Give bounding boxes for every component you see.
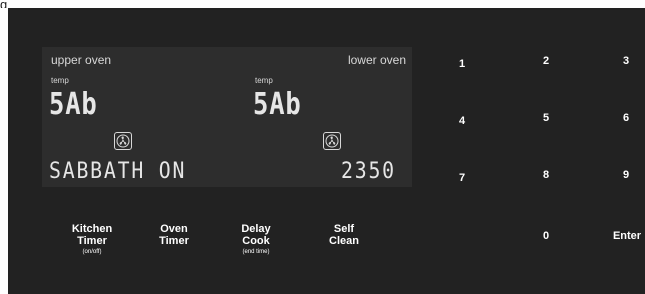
key-5[interactable]: 5	[526, 112, 566, 124]
self-clean-button[interactable]: Self Clean	[304, 223, 384, 247]
delay-cook-line2: Cook	[242, 235, 270, 247]
lower-temp-label: temp	[255, 76, 273, 85]
key-0[interactable]: 0	[526, 230, 566, 242]
convection-fan-icon	[114, 132, 132, 150]
self-clean-line2: Clean	[329, 235, 359, 247]
oven-timer-line1: Oven	[160, 223, 188, 235]
convection-fan-icon	[323, 132, 341, 150]
oven-timer-button[interactable]: Oven Timer	[134, 223, 214, 247]
key-8[interactable]: 8	[526, 169, 566, 181]
oven-timer-line2: Timer	[159, 235, 189, 247]
enter-button[interactable]: Enter	[612, 230, 642, 242]
kitchen-timer-line2: Timer	[77, 235, 107, 247]
key-2[interactable]: 2	[526, 55, 566, 67]
key-4[interactable]: 4	[442, 115, 482, 127]
kitchen-timer-sub: (on/off)	[82, 249, 102, 255]
lower-oven-label: lower oven	[347, 53, 406, 67]
upper-temp-label: temp	[51, 76, 69, 85]
oven-control-panel: upper oven lower oven temp temp 5Ab 5Ab	[8, 8, 645, 294]
kitchen-timer-line1: Kitchen	[71, 223, 113, 235]
page-heading-fragment: g	[0, 0, 8, 8]
upper-temp-readout: 5Ab	[49, 87, 98, 122]
upper-oven-label: upper oven	[51, 53, 112, 67]
key-9[interactable]: 9	[606, 169, 645, 181]
self-clean-line1: Self	[333, 223, 355, 235]
key-7[interactable]: 7	[442, 172, 482, 184]
sabbath-status-readout: SABBATH ON	[49, 159, 187, 184]
delay-cook-button[interactable]: Delay Cook (end time)	[216, 223, 296, 257]
lower-temp-readout: 5Ab	[253, 87, 302, 122]
clock-readout: 2350	[341, 159, 396, 184]
oven-display: upper oven lower oven temp temp 5Ab 5Ab	[42, 47, 412, 187]
key-1[interactable]: 1	[442, 58, 482, 70]
key-3[interactable]: 3	[606, 55, 645, 67]
key-6[interactable]: 6	[606, 112, 645, 124]
delay-cook-line1: Delay	[241, 223, 271, 235]
delay-cook-sub: (end time)	[242, 249, 270, 255]
kitchen-timer-button[interactable]: Kitchen Timer (on/off)	[52, 223, 132, 257]
